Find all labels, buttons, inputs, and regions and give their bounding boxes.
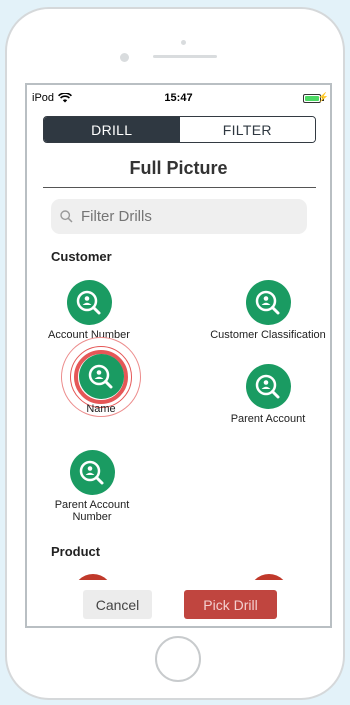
- title-divider: [43, 187, 316, 188]
- app-screen: iPod 15:47 ⚡ DRILL FILTER Full Picture C…: [25, 83, 332, 628]
- tab-drill[interactable]: DRILL: [44, 117, 180, 142]
- page-title: Full Picture: [129, 158, 228, 178]
- status-bar: iPod 15:47 ⚡: [27, 91, 330, 107]
- section-customer-title: Customer: [51, 249, 112, 264]
- drill-label: Parent Account Number: [54, 499, 130, 523]
- search-bar[interactable]: [51, 199, 307, 234]
- bottom-action-bar: Cancel Pick Drill: [27, 580, 330, 626]
- cancel-button[interactable]: Cancel: [83, 590, 152, 619]
- speaker-grille: [153, 55, 217, 58]
- status-time: 15:47: [164, 92, 193, 104]
- pick-drill-button[interactable]: Pick Drill: [184, 590, 277, 619]
- search-input[interactable]: [79, 207, 283, 226]
- front-sensor: [120, 53, 129, 62]
- drill-label: Name: [86, 403, 116, 415]
- drill-parent-account-number[interactable]: Parent Account Number: [42, 450, 142, 523]
- charging-bolt-icon: ⚡: [317, 92, 329, 102]
- tab-filter[interactable]: FILTER: [179, 117, 315, 142]
- search-user-icon: [69, 450, 115, 495]
- search-user-icon: [245, 280, 291, 325]
- search-user-icon: [66, 280, 112, 325]
- drill-name[interactable]: Name: [46, 354, 156, 415]
- drill-parent-account[interactable]: Parent Account: [212, 364, 324, 425]
- camera: [181, 40, 186, 45]
- home-button[interactable]: [155, 636, 201, 682]
- mode-segmented-control: DRILL FILTER: [43, 116, 316, 143]
- section-product-title: Product: [51, 544, 101, 559]
- drill-account-number[interactable]: Account Number: [34, 280, 144, 341]
- drill-customer-classification[interactable]: Customer Classification: [210, 280, 326, 341]
- search-icon: [60, 210, 73, 223]
- search-user-icon: [245, 364, 291, 409]
- drill-label: Customer Classification: [210, 329, 326, 341]
- drill-label: Parent Account: [230, 413, 306, 425]
- search-user-icon: [78, 354, 124, 399]
